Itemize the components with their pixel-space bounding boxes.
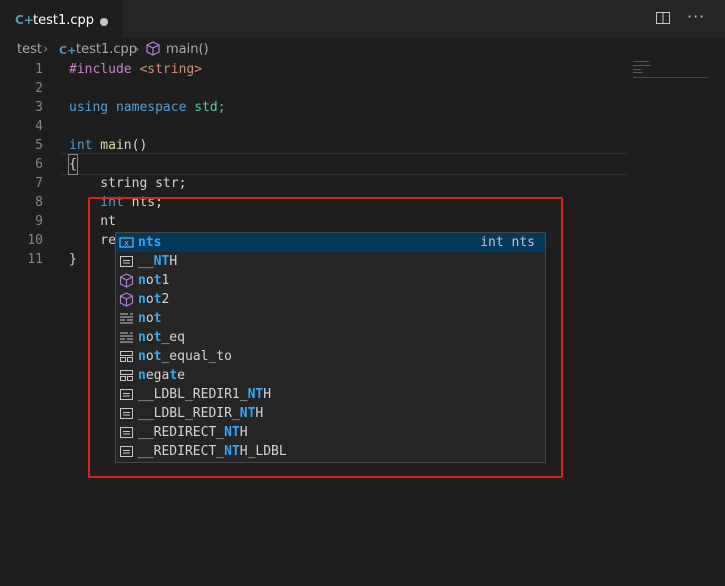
unsaved-dot-icon[interactable] — [100, 18, 108, 26]
code-line: 6{ — [0, 154, 725, 175]
breadcrumb-file[interactable]: test1.cpp — [76, 42, 137, 57]
line-number: 10 — [27, 233, 43, 248]
tab-bar: C+ test1.cpp ··· — [0, 0, 725, 39]
vertical-scrollbar[interactable] — [708, 60, 725, 586]
code-line: 7 string str; — [0, 174, 725, 193]
line-number: 4 — [35, 119, 43, 134]
annotation-highlight-box — [88, 197, 563, 478]
line-number: 1 — [35, 62, 43, 77]
cpp-file-icon: C+ — [15, 13, 34, 27]
line-number: 5 — [35, 138, 43, 153]
cube-icon — [146, 41, 160, 60]
code-line: 5 int main() — [0, 136, 725, 155]
code-token: int — [69, 138, 93, 153]
code-token: <string> — [131, 62, 203, 77]
code-line: 1 #include <string> — [0, 60, 725, 79]
line-number: 9 — [35, 214, 43, 229]
breadcrumb: test › C+ test1.cpp › main() — [0, 38, 725, 60]
line-number: 7 — [35, 176, 43, 191]
line-number: 11 — [27, 252, 43, 267]
code-token: main — [92, 138, 132, 153]
cpp-file-icon: C+ — [59, 44, 77, 57]
code-token: () — [131, 138, 148, 153]
code-token: #include — [69, 62, 132, 77]
code-token: string str; — [69, 176, 187, 191]
breadcrumb-symbol[interactable]: main() — [166, 42, 209, 57]
code-line: 4 — [0, 117, 725, 136]
more-actions-icon[interactable]: ··· — [687, 7, 705, 26]
line-number: 2 — [35, 81, 43, 96]
code-line: 2 — [0, 79, 725, 98]
chevron-right-icon: › — [43, 42, 49, 57]
line-number: 6 — [35, 157, 43, 172]
chevron-right-icon: › — [134, 42, 140, 57]
code-token: { — [68, 154, 78, 175]
line-number: 3 — [35, 100, 43, 115]
code-line: 3 using namespace std; — [0, 98, 725, 117]
minimap[interactable] — [633, 60, 708, 80]
code-token: namespace — [108, 100, 187, 115]
tab-label: test1.cpp — [33, 13, 95, 28]
breadcrumb-folder[interactable]: test — [17, 42, 42, 57]
tab-test1-cpp[interactable]: C+ test1.cpp — [0, 0, 123, 39]
code-token: using — [69, 100, 109, 115]
code-token: } — [69, 252, 77, 267]
code-token: std; — [186, 100, 226, 115]
line-number: 8 — [35, 195, 43, 210]
split-editor-icon[interactable] — [655, 10, 671, 30]
